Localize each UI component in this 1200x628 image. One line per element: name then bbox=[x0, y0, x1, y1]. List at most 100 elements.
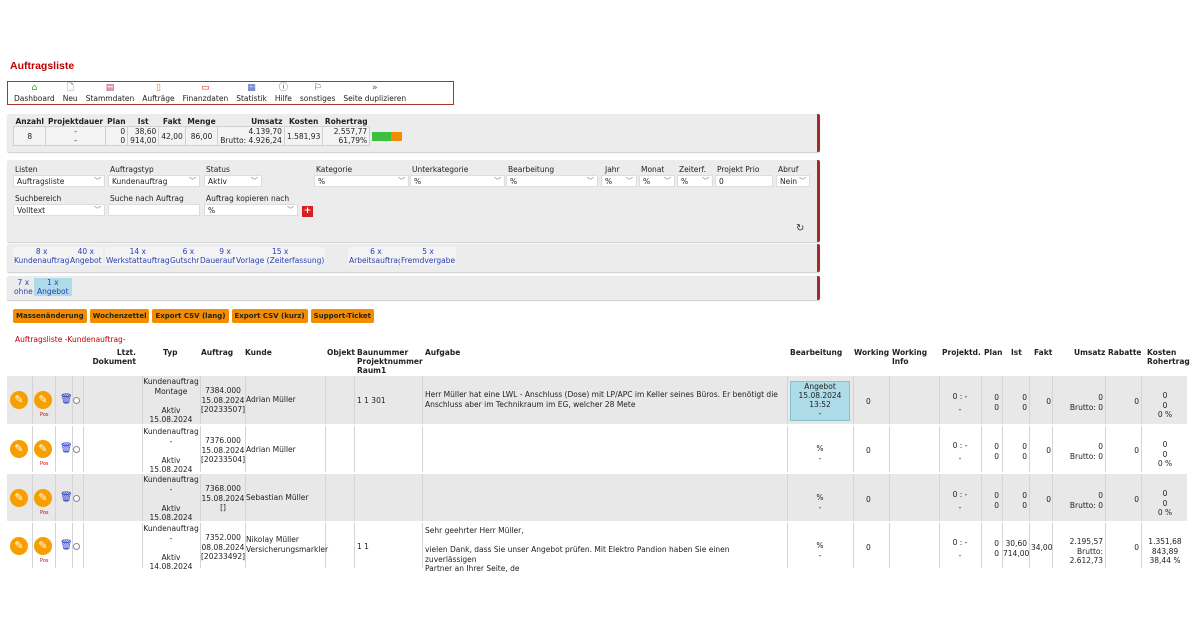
col-working[interactable]: Working bbox=[854, 348, 889, 357]
col-fakt[interactable]: Fakt bbox=[1034, 348, 1052, 357]
cell-aufgabe bbox=[425, 440, 783, 459]
projektd-line: 0 : - bbox=[952, 441, 968, 450]
col-umsatz[interactable]: Umsatz bbox=[1074, 348, 1105, 357]
listen-select[interactable]: Auftragsliste ﹀ bbox=[13, 175, 105, 187]
edit-position-icon[interactable]: ✎ bbox=[34, 440, 52, 458]
cell-umsatz: 0 Brutto: 0 bbox=[1055, 393, 1103, 412]
cell-umsatz: 0 Brutto: 0 bbox=[1055, 491, 1103, 510]
export-csv-long-button[interactable]: Export CSV (lang) bbox=[152, 309, 229, 323]
col-baunummer[interactable]: Baunummer Projektnummer Raum1 bbox=[357, 348, 423, 375]
select-radio[interactable] bbox=[73, 543, 80, 550]
position-marker: Pos bbox=[40, 412, 49, 418]
copy-order-select[interactable]: % ﹀ bbox=[204, 204, 298, 216]
edit-pencil-icon[interactable]: ✎ bbox=[10, 489, 28, 507]
toolbar-seite-duplizieren[interactable]: » Seite duplizieren bbox=[339, 83, 410, 103]
suchbereich-select[interactable]: Volltext ﹀ bbox=[13, 204, 105, 216]
col-ist[interactable]: Ist bbox=[1011, 348, 1022, 357]
select-radio[interactable] bbox=[73, 397, 80, 404]
col-aufgabe[interactable]: Aufgabe bbox=[425, 348, 460, 357]
table-row[interactable]: ✎ ✎ Pos 🗑 Kundenauftrag Montage Aktiv 15.08.20… bbox=[7, 376, 1187, 424]
chevron-down-icon: ﹀ bbox=[799, 177, 806, 185]
toolbar-sonstiges[interactable]: ⚐ sonstiges bbox=[296, 83, 339, 103]
filter-label-status: Status bbox=[206, 165, 230, 174]
col-typ[interactable]: Typ bbox=[163, 348, 177, 357]
edit-pencil-icon[interactable]: ✎ bbox=[10, 537, 28, 555]
support-ticket-button[interactable]: Support-Ticket bbox=[310, 309, 375, 323]
toolbar-aufträge[interactable]: ▯ Aufträge bbox=[138, 83, 178, 103]
cell-plan-line: 0 bbox=[994, 491, 999, 500]
trash-icon[interactable]: 🗑 bbox=[60, 443, 73, 454]
col-objekt[interactable]: Objekt bbox=[327, 348, 355, 357]
order-type-angebot[interactable]: 40 x Angebot bbox=[69, 247, 103, 265]
table-row[interactable]: ✎ ✎ Pos 🗑 Kundenauftrag - Aktiv 14.08.2024 7352… bbox=[7, 523, 1187, 573]
toolbar-dashboard[interactable]: ⌂ Dashboard bbox=[10, 83, 59, 103]
col-kosten-rohertrag[interactable]: Kosten Rohertrag bbox=[1147, 348, 1192, 366]
status-select[interactable]: Aktiv ﹀ bbox=[204, 175, 262, 187]
toolbar-neu[interactable]: 🗋 Neu bbox=[59, 83, 82, 103]
chevron-down-icon: ﹀ bbox=[189, 177, 196, 185]
toolbar-hilfe[interactable]: ⓘ Hilfe bbox=[271, 83, 296, 103]
export-csv-short-button[interactable]: Export CSV (kurz) bbox=[231, 309, 308, 323]
order-type-werkstattauftrag[interactable]: 14 x Werkstattauftrag bbox=[105, 247, 171, 265]
col-bearbeitung[interactable]: Bearbeitung bbox=[790, 348, 842, 357]
order-type-count: 6 x bbox=[370, 247, 382, 256]
auftragstyp-select[interactable]: Kundenauftrag ﹀ bbox=[108, 175, 200, 187]
table-row[interactable]: ✎ ✎ Pos 🗑 Kundenauftrag - Aktiv 15.08.2024 7368… bbox=[7, 474, 1187, 522]
select-radio[interactable] bbox=[73, 495, 80, 502]
kategorie-select[interactable]: % ﹀ bbox=[314, 175, 409, 187]
edit-pencil-icon[interactable]: ✎ bbox=[10, 391, 28, 409]
order-type-arbeitsauftrag[interactable]: 6 x Arbeitsauftrag bbox=[348, 247, 404, 265]
trash-icon[interactable]: 🗑 bbox=[60, 394, 73, 405]
cell-typ-line: Aktiv bbox=[161, 552, 181, 562]
projektd-line: 0 : - bbox=[952, 538, 968, 547]
trash-icon[interactable]: 🗑 bbox=[60, 492, 73, 503]
abruf-select[interactable]: Nein ﹀ bbox=[776, 175, 810, 187]
filter-label-abruf: Abruf bbox=[778, 165, 799, 174]
edit-position-icon[interactable]: ✎ bbox=[34, 391, 52, 409]
order-type-kundenauftrag[interactable]: 8 x Kundenauftrag bbox=[13, 247, 71, 265]
monat-select[interactable]: % ﹀ bbox=[639, 175, 675, 187]
cell-aufgabe-line bbox=[425, 488, 783, 498]
massenaenderung-button[interactable]: Massenänderung bbox=[13, 309, 87, 323]
col-rabatte[interactable]: Rabatte bbox=[1108, 348, 1142, 357]
cell-plan-line: 0 bbox=[994, 500, 999, 510]
edit-pencil-icon[interactable]: ✎ bbox=[10, 440, 28, 458]
unterkategorie-select[interactable]: % ﹀ bbox=[410, 175, 505, 187]
col-projektd[interactable]: Projektd. bbox=[942, 348, 981, 357]
col-kunde[interactable]: Kunde bbox=[245, 348, 272, 357]
col-plan[interactable]: Plan bbox=[984, 348, 1002, 357]
col-auftrag[interactable]: Auftrag bbox=[201, 348, 233, 357]
order-type-fremdvergabe[interactable]: 5 x Fremdvergabe bbox=[400, 247, 457, 265]
filter-label-zeiterf: Zeiterf. bbox=[679, 165, 706, 174]
cell-typ-line: 15.08.2024 bbox=[149, 415, 193, 424]
projekt-prio-input[interactable]: 0 bbox=[715, 175, 773, 187]
sub-status-angebot[interactable]: 1 x Angebot bbox=[34, 278, 72, 296]
bearbeitung-line: 15.08.2024 bbox=[798, 391, 842, 400]
cell-umsatz-line: 0 bbox=[1098, 393, 1103, 402]
wochenzettel-button[interactable]: Wochenzettel bbox=[89, 309, 150, 323]
toolbar-stammdaten[interactable]: ▤ Stammdaten bbox=[82, 83, 139, 103]
bearbeitung-status-box[interactable]: Angebot 15.08.2024 13:52- bbox=[790, 381, 850, 421]
edit-position-icon[interactable]: ✎ bbox=[34, 537, 52, 555]
cell-kosten-line: 0 % bbox=[1157, 459, 1173, 468]
order-type-label: Fremdvergabe bbox=[401, 256, 456, 265]
toolbar-label: Dashboard bbox=[14, 94, 55, 103]
trash-icon[interactable]: 🗑 bbox=[60, 540, 73, 551]
add-plus-button[interactable]: + bbox=[302, 206, 313, 217]
zeiterf-select[interactable]: % ﹀ bbox=[677, 175, 713, 187]
refresh-icon[interactable]: ↻ bbox=[796, 223, 804, 234]
cell-kunde: Sebastian Müller bbox=[246, 493, 326, 503]
sub-status-ohne[interactable]: 7 x ohne bbox=[13, 278, 34, 296]
bearbeitung-select[interactable]: % ﹀ bbox=[506, 175, 598, 187]
order-type-vorlage-zeiterfassung-[interactable]: 15 x Vorlage (Zeiterfassung) bbox=[235, 247, 326, 265]
jahr-select[interactable]: % ﹀ bbox=[601, 175, 637, 187]
select-radio[interactable] bbox=[73, 446, 80, 453]
table-row[interactable]: ✎ ✎ Pos 🗑 Kundenauftrag - Aktiv 15.08.2024 7376… bbox=[7, 426, 1187, 474]
cell-fakt: 0 bbox=[1046, 397, 1051, 406]
toolbar-finanzdaten[interactable]: ▭ Finanzdaten bbox=[179, 83, 233, 103]
toolbar-statistik[interactable]: ▦ Statistik bbox=[232, 83, 271, 103]
search-input[interactable] bbox=[108, 204, 200, 216]
edit-position-icon[interactable]: ✎ bbox=[34, 489, 52, 507]
action-buttons: Massenänderung Wochenzettel Export CSV (… bbox=[13, 309, 375, 323]
col-working-info[interactable]: Working Info bbox=[892, 348, 932, 366]
